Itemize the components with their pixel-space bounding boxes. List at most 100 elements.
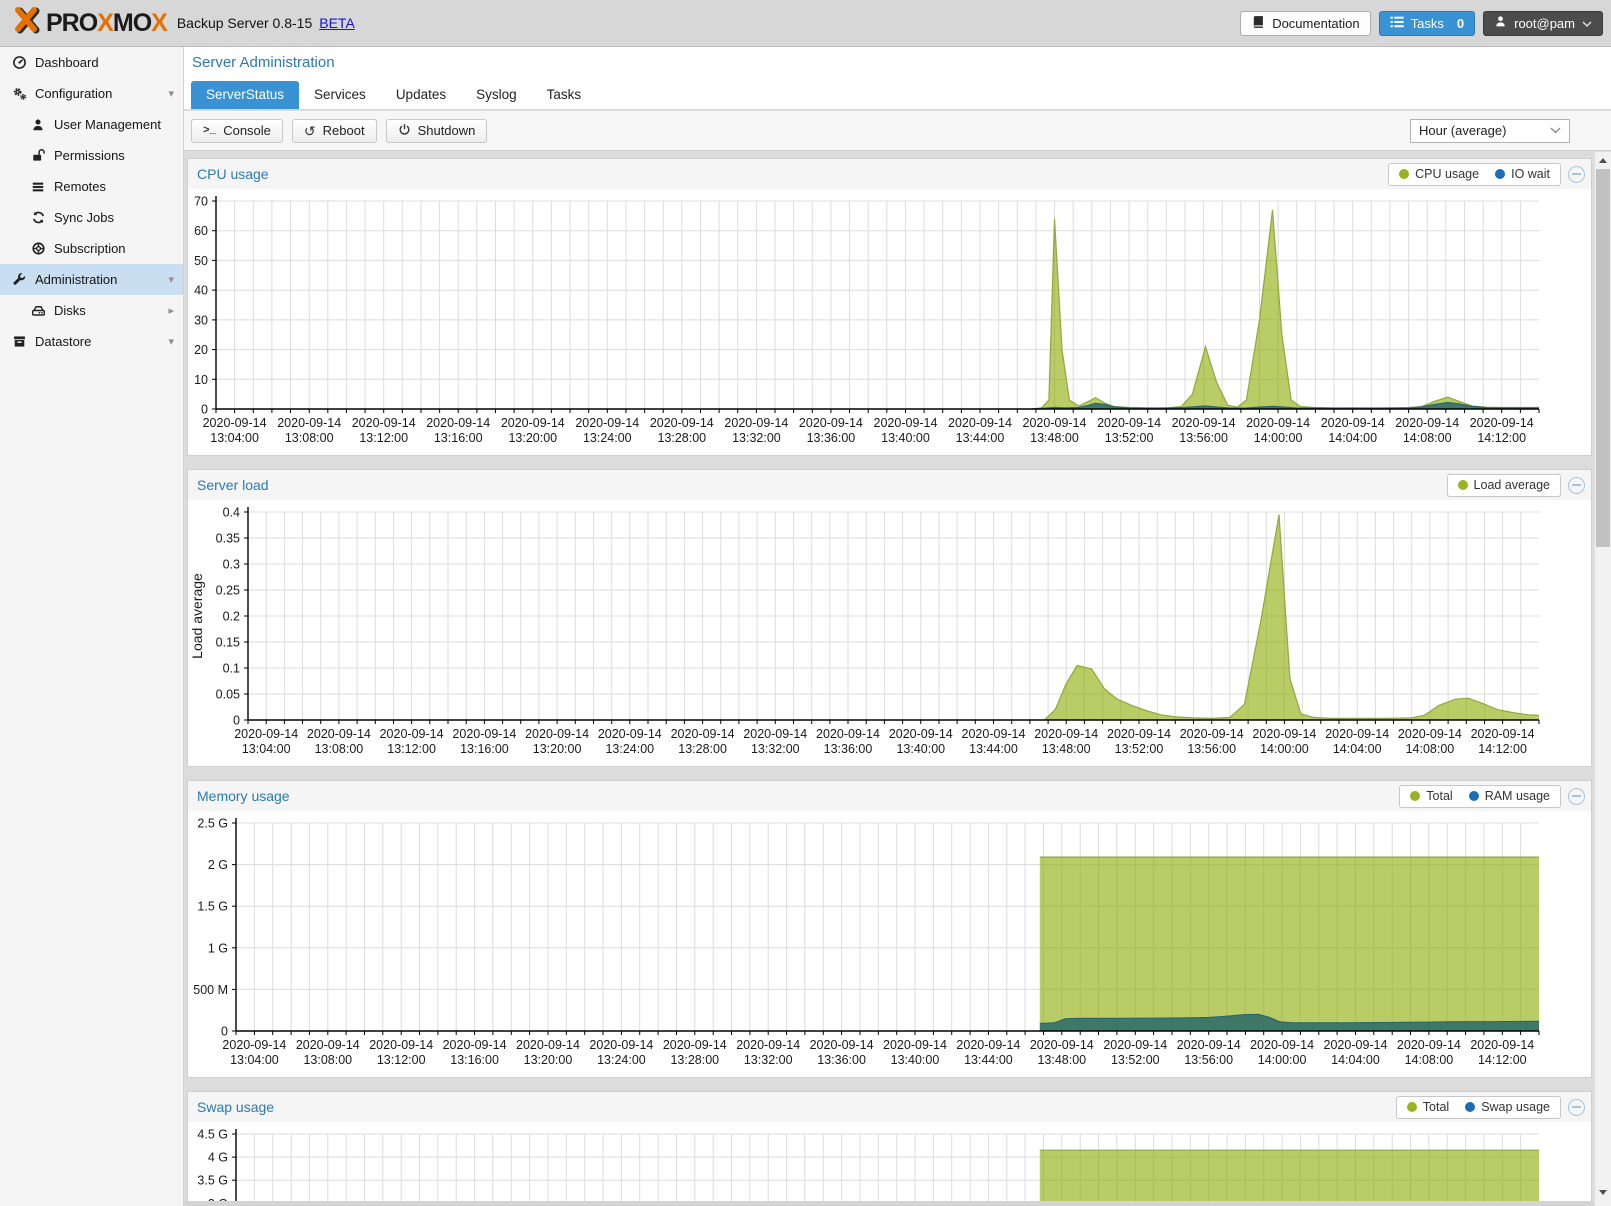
documentation-button[interactable]: Documentation [1240, 11, 1370, 36]
scroll-down-arrow[interactable] [1595, 1185, 1611, 1200]
svg-text:2020-09-14: 2020-09-14 [724, 416, 788, 430]
shutdown-button[interactable]: Shutdown [386, 119, 488, 143]
svg-text:2020-09-14: 2020-09-14 [277, 416, 341, 430]
sidebar-item-remotes[interactable]: Remotes [0, 171, 183, 202]
legend-dot [1399, 169, 1409, 179]
sidebar-item-configuration[interactable]: Configuration ▾ [0, 78, 183, 109]
sidebar-item-disks[interactable]: Disks ▸ [0, 295, 183, 326]
svg-text:2020-09-14: 2020-09-14 [948, 416, 1012, 430]
svg-text:13:12:00: 13:12:00 [387, 742, 436, 756]
server-stack-icon [29, 180, 47, 194]
timeframe-select[interactable]: Hour (average) [1410, 119, 1570, 143]
svg-text:2020-09-14: 2020-09-14 [1103, 1038, 1167, 1052]
svg-text:20: 20 [194, 343, 208, 357]
svg-text:14:08:00: 14:08:00 [1403, 431, 1452, 445]
reboot-button[interactable]: ↺ Reboot [292, 119, 377, 143]
svg-text:2020-09-14: 2020-09-14 [575, 416, 639, 430]
chevron-down-icon[interactable]: ▾ [168, 87, 174, 100]
svg-text:2020-09-14: 2020-09-14 [956, 1038, 1020, 1052]
svg-text:13:08:00: 13:08:00 [315, 742, 364, 756]
svg-text:13:24:00: 13:24:00 [583, 431, 632, 445]
svg-text:2020-09-14: 2020-09-14 [799, 416, 863, 430]
svg-text:14:08:00: 14:08:00 [1406, 742, 1455, 756]
charts-scroll-area: CPU usage CPU usage IO wait 010203040506… [184, 152, 1594, 1206]
svg-text:13:20:00: 13:20:00 [524, 1053, 573, 1067]
svg-text:13:08:00: 13:08:00 [285, 431, 334, 445]
beta-link[interactable]: BETA [319, 15, 355, 31]
svg-text:2020-09-14: 2020-09-14 [1324, 1038, 1388, 1052]
terminal-icon: >_ [203, 125, 216, 137]
refresh-icon [29, 210, 47, 225]
tab-tasks[interactable]: Tasks [532, 81, 597, 109]
svg-text:0.25: 0.25 [216, 584, 240, 598]
sidebar-item-permissions[interactable]: Permissions [0, 140, 183, 171]
horizontal-scrollbar-strip[interactable] [184, 1201, 1594, 1206]
svg-text:0: 0 [201, 403, 208, 417]
sidebar-item-datastore[interactable]: Datastore ▾ [0, 326, 183, 357]
svg-text:2020-09-14: 2020-09-14 [426, 416, 490, 430]
chevron-down-icon[interactable]: ▾ [168, 273, 174, 286]
chevron-right-icon[interactable]: ▸ [168, 304, 174, 317]
svg-text:2020-09-14: 2020-09-14 [810, 1038, 874, 1052]
sidebar-item-user-management[interactable]: User Management [0, 109, 183, 140]
toolbar: >_ Console ↺ Reboot Shutdown Hour (avera… [184, 111, 1611, 151]
collapse-panel-button[interactable] [1568, 477, 1585, 494]
server-load-panel: Server load Load average 00.050.10.150.2… [187, 469, 1592, 767]
svg-text:2020-09-14: 2020-09-14 [1252, 727, 1316, 741]
svg-text:2020-09-14: 2020-09-14 [874, 416, 938, 430]
scrollbar-thumb[interactable] [1596, 169, 1610, 547]
sidebar-item-administration[interactable]: Administration ▾ [0, 264, 183, 295]
app-header: PROXMOX Backup Server 0.8-15 BETA Docume… [0, 0, 1611, 47]
svg-text:13:24:00: 13:24:00 [605, 742, 654, 756]
svg-text:10: 10 [194, 373, 208, 387]
collapse-panel-button[interactable] [1568, 1099, 1585, 1116]
svg-text:13:44:00: 13:44:00 [964, 1053, 1013, 1067]
svg-text:13:16:00: 13:16:00 [460, 742, 509, 756]
sidebar-item-subscription[interactable]: Subscription [0, 233, 183, 264]
vertical-scrollbar[interactable] [1594, 152, 1611, 1206]
book-icon [1251, 15, 1265, 32]
chevron-down-icon[interactable]: ▾ [168, 335, 174, 348]
svg-text:2020-09-14: 2020-09-14 [1470, 1038, 1534, 1052]
collapse-panel-button[interactable] [1568, 788, 1585, 805]
svg-text:13:36:00: 13:36:00 [807, 431, 856, 445]
console-button[interactable]: >_ Console [191, 119, 283, 143]
svg-text:2020-09-14: 2020-09-14 [1246, 416, 1310, 430]
svg-text:2.5 G: 2.5 G [197, 817, 228, 831]
svg-text:13:56:00: 13:56:00 [1187, 742, 1236, 756]
svg-text:2020-09-14: 2020-09-14 [816, 727, 880, 741]
cpu-usage-chart: 0102030405060702020-09-1413:04:002020-09… [188, 189, 1591, 455]
svg-text:13:56:00: 13:56:00 [1184, 1053, 1233, 1067]
user-menu-button[interactable]: root@pam [1483, 11, 1603, 36]
product-version: Backup Server 0.8-15 [177, 15, 312, 31]
svg-text:Load average: Load average [189, 573, 205, 659]
svg-text:40: 40 [194, 284, 208, 298]
user-icon [29, 118, 47, 132]
swap-usage-panel: Swap usage Total Swap usage 0500 M1 G1.5… [187, 1091, 1592, 1206]
tab-syslog[interactable]: Syslog [461, 81, 532, 109]
sidebar: Dashboard Configuration ▾ User Managemen… [0, 47, 184, 1206]
svg-text:14:04:00: 14:04:00 [1333, 742, 1382, 756]
tab-services[interactable]: Services [299, 81, 381, 109]
svg-text:14:00:00: 14:00:00 [1254, 431, 1303, 445]
sidebar-item-sync-jobs[interactable]: Sync Jobs [0, 202, 183, 233]
memory-usage-chart: 0500 M1 G1.5 G2 G2.5 G2020-09-1413:04:00… [188, 811, 1591, 1077]
life-ring-icon [29, 241, 47, 256]
svg-text:500 M: 500 M [193, 983, 228, 997]
svg-text:2020-09-14: 2020-09-14 [352, 416, 416, 430]
tab-updates[interactable]: Updates [381, 81, 461, 109]
tab-serverstatus[interactable]: ServerStatus [191, 81, 299, 109]
scroll-up-arrow[interactable] [1595, 153, 1611, 168]
collapse-panel-button[interactable] [1568, 166, 1585, 183]
svg-text:30: 30 [194, 313, 208, 327]
svg-text:2020-09-14: 2020-09-14 [671, 727, 735, 741]
sidebar-item-dashboard[interactable]: Dashboard [0, 47, 183, 78]
svg-text:13:16:00: 13:16:00 [450, 1053, 499, 1067]
svg-text:13:48:00: 13:48:00 [1037, 1053, 1086, 1067]
tasks-button[interactable]: Tasks 0 [1379, 11, 1475, 36]
legend-dot [1495, 169, 1505, 179]
svg-text:13:20:00: 13:20:00 [533, 742, 582, 756]
svg-text:2020-09-14: 2020-09-14 [1321, 416, 1385, 430]
svg-text:2020-09-14: 2020-09-14 [296, 1038, 360, 1052]
svg-text:2020-09-14: 2020-09-14 [1395, 416, 1459, 430]
